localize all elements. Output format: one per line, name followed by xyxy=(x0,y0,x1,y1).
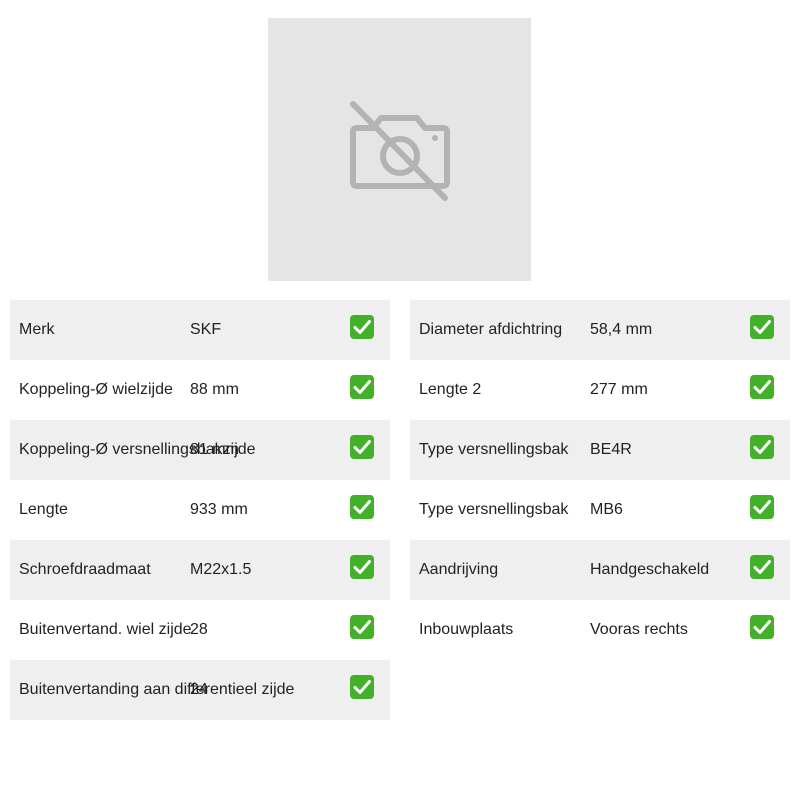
spec-label: Buitenvertanding aan differentieel zijde xyxy=(19,681,295,698)
check-mark-icon xyxy=(750,615,774,639)
no-photo-icon xyxy=(350,101,450,201)
check-mark-icon xyxy=(750,315,774,339)
spec-label: Inbouwplaats xyxy=(419,621,514,638)
spec-row-coupling-gearbox: Koppeling-Ø versnellingsbakzijde 81 mm xyxy=(10,420,390,480)
spec-label: Lengte 2 xyxy=(419,381,482,398)
spec-value: 28 xyxy=(190,621,208,638)
spec-row-gearbox-type-1: Type versnellingsbak BE4R xyxy=(410,420,790,480)
check-mark-icon xyxy=(350,315,374,339)
spec-label: Koppeling-Ø wielzijde xyxy=(19,381,173,398)
spec-label: Type versnellingsbak xyxy=(419,501,569,518)
check-mark-icon xyxy=(750,375,774,399)
check-mark-icon xyxy=(750,435,774,459)
spec-row-coupling-wheel: Koppeling-Ø wielzijde 88 mm xyxy=(10,360,390,420)
spec-row-thread-size: Schroefdraadmaat M22x1.5 xyxy=(10,540,390,600)
spec-value: Vooras rechts xyxy=(590,621,688,638)
product-image xyxy=(268,18,531,281)
spec-label: Merk xyxy=(19,321,55,338)
spec-row-seal-diameter: Diameter afdichtring 58,4 mm xyxy=(410,300,790,360)
check-mark-icon xyxy=(350,435,374,459)
spec-table-right: Diameter afdichtring 58,4 mm Lengte 2 27… xyxy=(410,300,790,660)
spec-row-gearbox-type-2: Type versnellingsbak MB6 xyxy=(410,480,790,540)
check-mark-icon xyxy=(350,675,374,699)
check-mark-icon xyxy=(350,555,374,579)
spec-label: Lengte xyxy=(19,501,68,518)
check-mark-icon xyxy=(350,615,374,639)
spec-value: BE4R xyxy=(590,441,632,458)
spec-table-left: Merk SKF Koppeling-Ø wielzijde 88 mm Kop… xyxy=(10,300,390,720)
check-mark-icon xyxy=(750,555,774,579)
spec-value: M22x1.5 xyxy=(190,561,252,578)
spec-value: 88 mm xyxy=(190,381,239,398)
spec-value: 933 mm xyxy=(190,501,248,518)
spec-label: Buitenvertand. wiel zijde xyxy=(19,621,192,638)
check-mark-icon xyxy=(350,495,374,519)
spec-value: SKF xyxy=(190,321,222,338)
spec-row-spline-wheel: Buitenvertand. wiel zijde 28 xyxy=(10,600,390,660)
spec-label: Diameter afdichtring xyxy=(419,321,563,338)
spec-value: 58,4 mm xyxy=(590,321,653,338)
spec-row-brand: Merk SKF xyxy=(10,300,390,360)
spec-label: Schroefdraadmaat xyxy=(19,561,151,578)
spec-value: 81 mm xyxy=(190,441,239,458)
spec-row-drive: Aandrijving Handgeschakeld xyxy=(410,540,790,600)
spec-value: MB6 xyxy=(590,501,623,518)
spec-row-spline-differential: Buitenvertanding aan differentieel zijde… xyxy=(10,660,390,720)
spec-row-length-2: Lengte 2 277 mm xyxy=(410,360,790,420)
spec-row-mounting-position: Inbouwplaats Vooras rechts xyxy=(410,600,790,660)
spec-value: 24 xyxy=(190,681,208,698)
spec-label: Aandrijving xyxy=(419,561,499,578)
spec-label: Type versnellingsbak xyxy=(419,441,569,458)
spec-row-length: Lengte 933 mm xyxy=(10,480,390,540)
check-mark-icon xyxy=(750,495,774,519)
spec-value: Handgeschakeld xyxy=(590,561,710,578)
check-mark-icon xyxy=(350,375,374,399)
spec-value: 277 mm xyxy=(590,381,648,398)
